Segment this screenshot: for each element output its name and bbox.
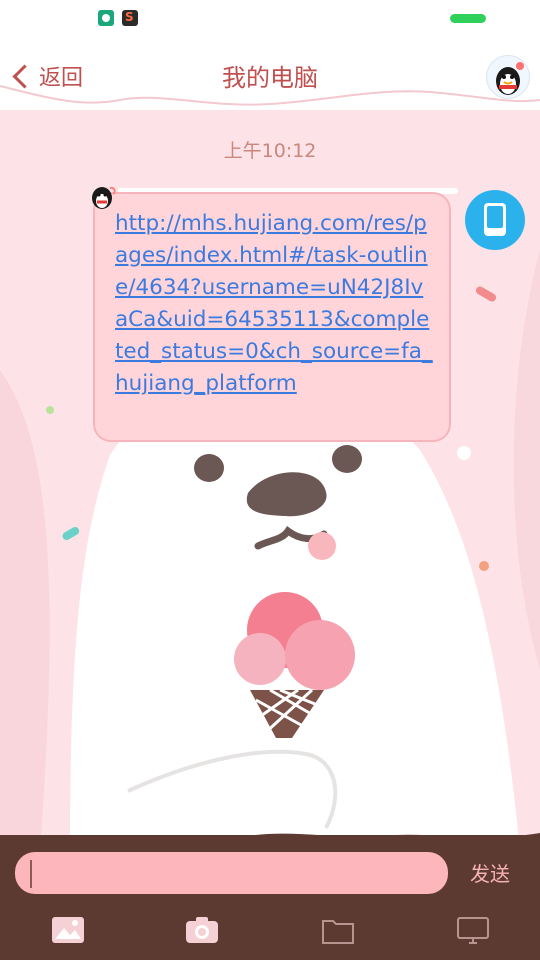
send-button[interactable]: 发送: [470, 858, 510, 887]
camera-icon[interactable]: [184, 913, 220, 947]
message-bubble[interactable]: http://mhs.hujiang.com/res/pages/index.h…: [93, 192, 451, 442]
penguin-icon: [496, 62, 524, 95]
battery-icon: [450, 14, 486, 23]
message-input[interactable]: [15, 852, 448, 894]
avatar[interactable]: [486, 55, 530, 99]
image-icon[interactable]: [50, 913, 86, 947]
status-bar: [0, 0, 540, 40]
message-link[interactable]: http://mhs.hujiang.com/res/pages/index.h…: [115, 208, 433, 400]
mobile-device-icon[interactable]: [465, 190, 525, 250]
monitor-icon[interactable]: [455, 913, 491, 947]
penguin-icon: [92, 186, 116, 209]
page-title: 我的电脑: [222, 64, 318, 92]
folder-icon[interactable]: [320, 913, 356, 947]
shield-app-icon: [98, 10, 114, 26]
s-app-icon: [122, 10, 138, 26]
message-timestamp: 上午10:12: [223, 140, 317, 162]
text-cursor: [30, 860, 32, 888]
